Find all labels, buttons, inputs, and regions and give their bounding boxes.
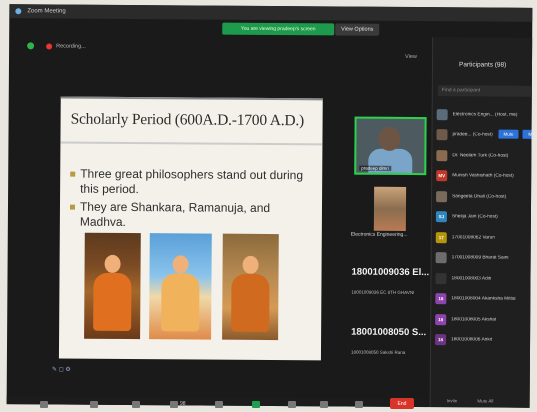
meeting-status: Recording...	[27, 42, 86, 50]
philosopher-image	[222, 233, 279, 341]
record-button-icon[interactable]	[288, 401, 296, 408]
slide-bullet: Three great philosophers stand out durin…	[70, 167, 315, 199]
mic-icon[interactable]	[531, 254, 533, 261]
philosopher-image	[84, 232, 141, 340]
participant-row[interactable]: 18 18001008004 Akanksha Mittal	[435, 289, 533, 310]
video-tile-name[interactable]: 18001008050 S...	[351, 327, 426, 339]
title-bar: Zoom Meeting	[9, 4, 533, 22]
participant-row[interactable]: 18 18001008005 Akshat	[435, 309, 533, 330]
view-options-button[interactable]: View Options	[335, 23, 380, 36]
mic-icon[interactable]	[531, 274, 533, 281]
mic-icon[interactable]	[531, 233, 533, 240]
participant-name: Sheilja Jain (Co-host)	[451, 214, 498, 220]
participant-list: Electronics Engin... (Host, me) pradee...…	[435, 104, 533, 351]
slide-divider	[60, 141, 323, 146]
video-icon[interactable]	[90, 401, 98, 408]
end-meeting-button[interactable]: End	[390, 398, 414, 409]
avatar: 17	[435, 231, 447, 243]
participant-row[interactable]: 17 17001008062 Varun	[435, 227, 533, 248]
avatar	[436, 190, 448, 202]
participant-row[interactable]: 18001008003 Aditi	[435, 268, 533, 289]
reactions-icon[interactable]	[320, 401, 328, 408]
participants-title: Participants (98)	[458, 61, 507, 69]
active-speaker-video[interactable]: pradeep dimri	[354, 116, 427, 176]
recording-label: Recording...	[56, 43, 86, 50]
participant-row[interactable]: 18 18001008006 Ankit	[435, 330, 533, 351]
avatar	[436, 129, 448, 141]
participant-row[interactable]: MV Munish Vashishath (Co-host)	[436, 166, 533, 187]
participant-name: Munish Vashishath (Co-host)	[452, 173, 514, 179]
more-participant-button[interactable]: More	[522, 129, 533, 139]
screen-share-banner: You are viewing pradeep's screen	[222, 22, 335, 36]
mute-participant-button[interactable]: Mute	[498, 129, 519, 139]
participant-row[interactable]: Dr. Neelam Turk (Co-host)	[436, 145, 533, 166]
video-caption: pradeep dimri	[359, 165, 391, 171]
participant-name: 18001008003 Aditi	[451, 276, 492, 282]
avatar	[436, 108, 448, 120]
participant-row[interactable]: pradee... (Co-host) Mute More	[436, 125, 533, 146]
zoom-window: Zoom Meeting You are viewing pradeep's s…	[6, 4, 533, 408]
record-icon	[46, 42, 53, 49]
participant-name: 17001008009 Bharat Saini	[451, 255, 509, 261]
mic-icon[interactable]	[40, 401, 48, 408]
avatar	[435, 272, 447, 284]
avatar: 18	[435, 293, 447, 305]
shared-slide: Scholarly Period (600A.D.-1700 A.D.) Thr…	[58, 96, 323, 361]
avatar: 18	[435, 334, 447, 346]
slide-bullets: Three great philosophers stand out durin…	[69, 167, 315, 235]
avatar	[436, 149, 448, 161]
participants-panel: Participants (98) Find a participant Ele…	[429, 37, 533, 408]
view-button[interactable]: View	[405, 54, 417, 60]
participant-name: Electronics Engin... (Host, me)	[452, 112, 518, 118]
invite-button[interactable]: Invite	[447, 398, 458, 403]
shield-icon[interactable]	[27, 42, 35, 50]
chat-icon[interactable]	[215, 401, 223, 408]
bullet-text: Three great philosophers stand out durin…	[80, 166, 304, 197]
more-icon[interactable]	[355, 401, 363, 408]
share-screen-icon[interactable]	[252, 401, 260, 408]
avatar	[435, 252, 447, 264]
window-title: Zoom Meeting	[27, 8, 66, 15]
mic-icon[interactable]	[531, 336, 533, 343]
participants-icon[interactable]	[170, 401, 178, 408]
participant-row[interactable]: Sangeeta Dhall (Co-host)	[436, 186, 533, 207]
participant-count: 98	[180, 401, 186, 407]
annotation-tools[interactable]: ✎ ◻ ⚙	[52, 366, 71, 373]
participant-name: Sangeeta Dhall (Co-host)	[452, 194, 507, 200]
video-tile-subtitle: 18001008050 Sakshi Rana	[350, 349, 406, 355]
slide-bullet: They are Shankara, Ramanuja, and Madhva.	[69, 199, 315, 232]
avatar: SJ	[435, 211, 447, 223]
participant-name: 18001008006 Ankit	[451, 337, 493, 343]
zoom-icon	[15, 8, 22, 15]
video-tile-subtitle: 18001009036 EC 8TH GHAVNI	[351, 289, 415, 296]
participant-name: 18001008005 Akshat	[451, 317, 497, 323]
participant-name: 18001008004 Akanksha Mittal	[451, 296, 516, 302]
security-icon[interactable]	[132, 401, 140, 408]
bullet-text: They are Shankara, Ramanuja, and Madhva.	[79, 199, 271, 229]
avatar: MV	[436, 170, 448, 182]
avatar: 18	[435, 313, 447, 325]
mic-icon[interactable]	[531, 295, 533, 302]
participant-name: pradee... (Co-host)	[452, 132, 493, 138]
bullet-marker	[69, 204, 76, 210]
room-video[interactable]	[373, 186, 407, 231]
participant-name: Dr. Neelam Turk (Co-host)	[452, 153, 509, 159]
room-video-caption: Electronics Engineering...	[350, 231, 408, 238]
participant-name: 17001008062 Varun	[451, 235, 495, 241]
mic-icon[interactable]	[531, 315, 533, 322]
slide-title: Scholarly Period (600A.D.-1700 A.D.)	[70, 110, 305, 130]
participant-row[interactable]: Electronics Engin... (Host, me)	[436, 104, 533, 125]
participant-row[interactable]: SJ Sheilja Jain (Co-host)	[435, 207, 533, 228]
participant-search-input[interactable]: Find a participant	[437, 85, 533, 97]
panel-footer: Invite Mute All	[447, 398, 494, 403]
philosopher-image	[149, 233, 212, 340]
bullet-marker	[70, 171, 76, 177]
participant-row[interactable]: 17001008009 Bharat Saini	[435, 248, 533, 269]
video-tile-name[interactable]: 18001009036 El...	[352, 267, 430, 279]
mute-all-button[interactable]: Mute All	[477, 398, 493, 403]
